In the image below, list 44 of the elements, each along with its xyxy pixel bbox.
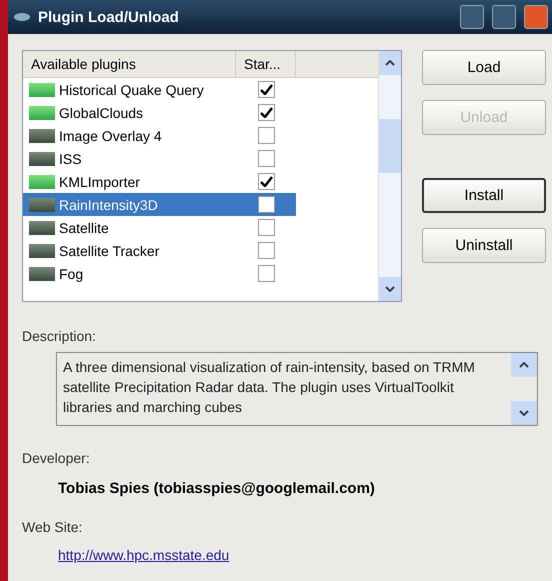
startup-checkbox[interactable] [258, 196, 274, 213]
scroll-up-icon[interactable] [519, 362, 529, 368]
load-button[interactable]: Load [422, 50, 546, 85]
scroll-down-icon[interactable] [385, 286, 395, 292]
plugin-item[interactable]: RainIntensity3D [23, 193, 236, 216]
startup-checkbox[interactable] [258, 219, 274, 236]
plugin-item[interactable]: Historical Quake Query [23, 78, 236, 101]
startup-checkbox[interactable] [258, 150, 274, 167]
scroll-down-icon[interactable] [519, 410, 529, 416]
scroll-up-icon[interactable] [385, 60, 395, 66]
check-icon [260, 107, 272, 118]
plugin-item[interactable]: KMLImporter [23, 170, 236, 193]
close-button[interactable] [524, 5, 548, 29]
plugin-item[interactable]: Image Overlay 4 [23, 124, 236, 147]
check-icon [260, 84, 272, 95]
description-text: A three dimensional visualization of rain-intensity, based on TRMM satellite Precipitation Radar data. The plugin uses VirtualToolkit libraries and marching cubes [62, 358, 476, 417]
column-header[interactable]: Available plugins [23, 51, 236, 77]
window-title: Plugin Load/Unload [38, 8, 180, 26]
startup-checkbox[interactable] [258, 173, 274, 190]
website-label: Web Site: [22, 519, 84, 535]
plugin-item[interactable]: Satellite [23, 216, 236, 239]
startup-checkbox[interactable] [258, 81, 274, 98]
startup-checkbox[interactable] [258, 265, 274, 282]
developer-label: Developer: [22, 450, 91, 466]
description-label: Description: [22, 328, 97, 344]
startup-checkbox[interactable] [258, 104, 274, 121]
startup-checkbox[interactable] [258, 242, 274, 259]
plugin-item[interactable]: GlobalClouds [23, 101, 236, 124]
website-link[interactable]: http://www.hpc.msstate.edu [58, 547, 230, 563]
minimize-button[interactable] [460, 5, 484, 29]
scrollbar[interactable] [511, 353, 537, 425]
scrollbar[interactable] [378, 51, 401, 301]
column-header[interactable]: Star... [236, 51, 296, 77]
check-icon [260, 176, 272, 187]
plugin-item[interactable]: Fog [23, 262, 236, 285]
install-button[interactable]: Install [422, 178, 546, 213]
developer-name: Tobias Spies (tobiasspies@googlemail.com) [58, 480, 376, 497]
plugin-item[interactable]: ISS [23, 147, 236, 170]
scroll-thumb[interactable] [379, 119, 401, 173]
app-icon [14, 12, 30, 22]
startup-checkbox[interactable] [258, 127, 274, 144]
maximize-button[interactable] [492, 5, 516, 29]
plugin-item[interactable]: Satellite Tracker [23, 239, 236, 262]
uninstall-button[interactable]: Uninstall [422, 228, 546, 263]
